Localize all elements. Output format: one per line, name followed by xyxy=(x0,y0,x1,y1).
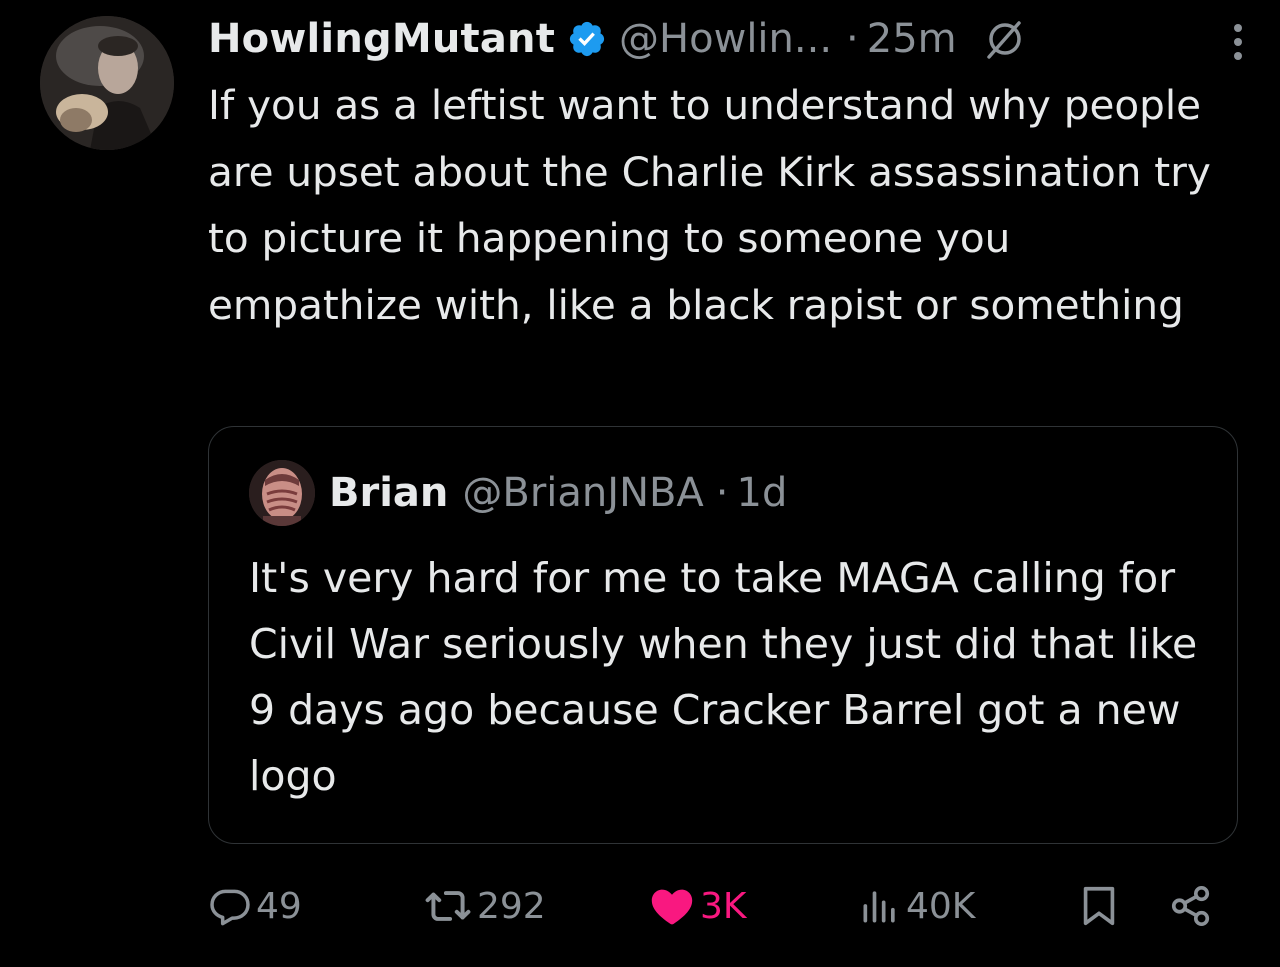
share-button[interactable] xyxy=(1168,872,1214,940)
action-bar: 49 292 3K 40K xyxy=(208,872,1218,940)
no-entry-icon xyxy=(985,19,1025,59)
author-display-name[interactable]: HowlingMutant xyxy=(208,16,555,62)
author-avatar-image xyxy=(40,16,174,150)
separator-dot: · xyxy=(846,16,859,62)
bookmark-button[interactable] xyxy=(1076,872,1122,940)
heart-icon xyxy=(648,882,696,930)
verified-badge-icon xyxy=(567,19,607,59)
quoted-author-avatar-image xyxy=(249,460,315,526)
like-button[interactable]: 3K xyxy=(648,872,747,940)
tweet-container: HowlingMutant @Howlin... · 25m If you as… xyxy=(0,0,1280,967)
retweet-button[interactable]: 292 xyxy=(423,872,546,940)
views-button[interactable]: 40K xyxy=(858,872,975,940)
views-count: 40K xyxy=(906,885,976,927)
quoted-tweet[interactable]: Brian @BrianJNBA · 1d It's very hard for… xyxy=(208,426,1238,844)
bookmark-icon xyxy=(1076,883,1122,929)
author-handle[interactable]: @Howlin... xyxy=(619,16,832,62)
separator-dot: · xyxy=(715,470,729,516)
reply-icon xyxy=(208,884,252,928)
retweet-count: 292 xyxy=(477,885,546,927)
more-vertical-icon[interactable] xyxy=(1208,14,1268,70)
quoted-tweet-header: Brian @BrianJNBA · 1d xyxy=(249,459,787,527)
share-icon xyxy=(1168,883,1214,929)
views-bar-chart-icon xyxy=(858,884,902,928)
tweet-header: HowlingMutant @Howlin... · 25m xyxy=(208,10,1268,68)
quoted-tweet-text: It's very hard for me to take MAGA calli… xyxy=(249,554,1198,800)
reply-count: 49 xyxy=(256,885,302,927)
like-count: 3K xyxy=(700,885,747,927)
reply-button[interactable]: 49 xyxy=(208,872,302,940)
author-avatar[interactable] xyxy=(40,16,174,150)
tweet-timestamp[interactable]: 25m xyxy=(867,16,957,62)
quoted-author-display-name[interactable]: Brian xyxy=(329,470,448,516)
quoted-tweet-timestamp[interactable]: 1d xyxy=(737,470,788,516)
retweet-icon xyxy=(423,881,473,931)
quoted-author-avatar[interactable] xyxy=(249,460,315,526)
tweet-text: If you as a leftist want to understand w… xyxy=(208,81,1211,329)
quoted-author-handle[interactable]: @BrianJNBA xyxy=(462,470,703,516)
